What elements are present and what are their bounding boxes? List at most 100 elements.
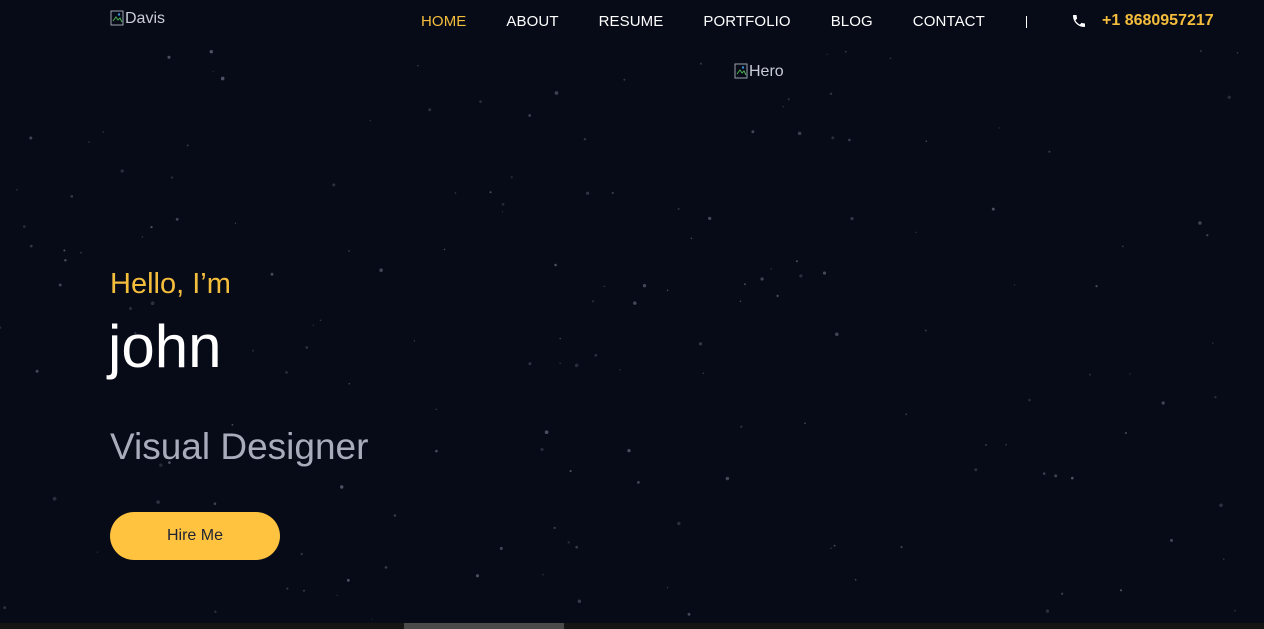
star — [1129, 373, 1131, 375]
nav-item-resume[interactable]: RESUME — [599, 13, 664, 30]
star — [925, 140, 928, 143]
nav-item-blog[interactable]: BLOG — [831, 13, 873, 30]
star — [286, 587, 289, 590]
star — [1206, 234, 1209, 237]
star — [1124, 431, 1127, 435]
star — [332, 183, 336, 187]
star — [501, 203, 505, 206]
star — [642, 284, 647, 288]
star — [384, 566, 388, 569]
star — [413, 340, 416, 342]
phone-number: +1 8680957217 — [1102, 12, 1214, 29]
nav-item-about[interactable]: ABOUT — [506, 13, 558, 30]
star — [699, 62, 702, 65]
star — [371, 618, 373, 620]
star — [677, 207, 680, 211]
page: Davis HOME ABOUT RESUME PORTFOLIO BLOG C… — [0, 0, 1264, 629]
star — [592, 300, 595, 303]
star — [795, 260, 798, 263]
hero-greeting: Hello, I’m — [110, 268, 231, 300]
star — [702, 372, 705, 375]
star — [528, 362, 532, 366]
star — [35, 369, 39, 373]
star — [1214, 396, 1217, 399]
star — [499, 546, 503, 550]
star — [782, 105, 784, 108]
star — [510, 176, 513, 179]
horizontal-scrollbar[interactable] — [0, 623, 1264, 629]
star — [804, 422, 806, 425]
star — [128, 306, 133, 311]
star — [186, 144, 189, 147]
star — [924, 329, 927, 332]
hero-image: Hero — [734, 63, 784, 81]
star — [1061, 592, 1064, 595]
nav-item-contact[interactable]: CONTACT — [913, 13, 985, 30]
star — [991, 207, 995, 211]
star — [554, 91, 559, 95]
star — [212, 70, 214, 73]
star — [167, 55, 171, 59]
star — [213, 502, 217, 506]
star — [96, 551, 99, 553]
star — [209, 50, 213, 54]
star — [1169, 538, 1174, 542]
star — [633, 301, 637, 305]
star — [708, 216, 712, 221]
broken-image-icon — [110, 10, 124, 26]
star — [1161, 401, 1165, 405]
star — [776, 294, 779, 298]
star — [435, 408, 437, 411]
hero-name: john — [108, 313, 222, 380]
star — [1236, 52, 1239, 54]
star — [58, 283, 62, 287]
star — [627, 448, 631, 453]
broken-image-icon — [734, 63, 748, 79]
star — [285, 371, 288, 374]
logo-alt-text: Davis — [125, 10, 166, 27]
star — [1048, 150, 1051, 153]
scrollbar-thumb[interactable] — [404, 623, 564, 629]
star — [854, 578, 857, 581]
star — [1089, 373, 1091, 376]
star — [347, 249, 351, 253]
star — [985, 444, 987, 446]
star — [544, 430, 549, 435]
star — [3, 606, 7, 610]
star — [799, 274, 803, 278]
star — [393, 514, 397, 517]
star — [830, 547, 832, 550]
star — [850, 216, 854, 221]
star — [542, 573, 544, 576]
logo[interactable]: Davis — [110, 10, 165, 28]
star — [567, 541, 570, 544]
star — [760, 277, 764, 281]
star — [687, 612, 691, 616]
hire-me-button[interactable]: Hire Me — [110, 512, 280, 560]
star — [234, 222, 237, 224]
star — [744, 283, 746, 286]
star — [214, 610, 217, 613]
nav-item-portfolio[interactable]: PORTFOLIO — [703, 13, 790, 30]
star — [270, 272, 274, 276]
star — [574, 363, 579, 368]
star — [900, 546, 903, 549]
star — [619, 368, 621, 371]
star — [1198, 221, 1202, 225]
star — [575, 545, 579, 549]
star — [740, 425, 743, 428]
star — [690, 237, 693, 240]
phone-link[interactable]: +1 8680957217 — [1071, 12, 1214, 30]
star — [303, 589, 305, 592]
star — [1070, 476, 1074, 480]
star — [150, 225, 153, 229]
star — [1095, 285, 1098, 288]
star — [80, 251, 82, 254]
nav-item-home[interactable]: HOME — [421, 13, 466, 30]
star — [831, 136, 835, 140]
star — [822, 271, 827, 275]
star — [88, 141, 90, 143]
star — [725, 476, 730, 481]
star — [150, 301, 155, 306]
star — [751, 130, 755, 134]
